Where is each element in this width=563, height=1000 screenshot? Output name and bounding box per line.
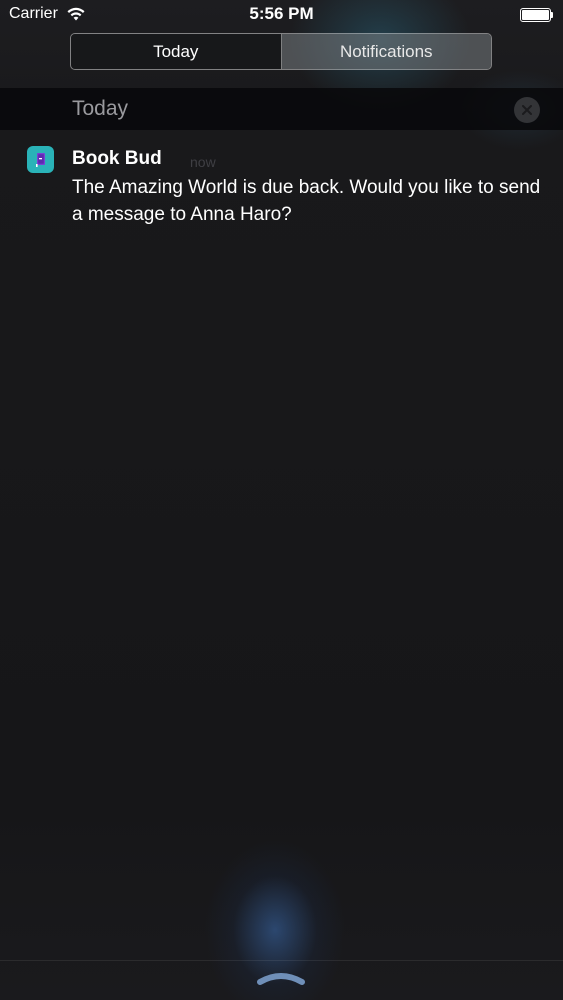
notification-body[interactable]: The Amazing World is due back. Would you… xyxy=(72,174,552,228)
today-notifications-segmented-control: Today Notifications xyxy=(70,33,492,70)
status-bar: Carrier 5:56 PM xyxy=(0,0,563,30)
section-title: Today xyxy=(72,97,129,120)
book-icon xyxy=(36,153,45,167)
section-header-today: Today xyxy=(0,88,563,130)
battery-fill xyxy=(522,10,549,20)
battery-tip xyxy=(551,12,553,18)
notification-center-screen: Carrier 5:56 PM Today Notifications Toda… xyxy=(0,0,563,1000)
bottom-divider xyxy=(0,960,563,961)
battery-icon xyxy=(520,8,554,22)
clear-section-button[interactable] xyxy=(514,97,540,123)
notification-app-name[interactable]: Book Bud xyxy=(72,148,162,170)
segment-today[interactable]: Today xyxy=(71,34,282,69)
status-time: 5:56 PM xyxy=(249,4,314,23)
segment-notifications[interactable]: Notifications xyxy=(281,34,491,69)
close-icon xyxy=(522,105,532,115)
book-bud-app-icon[interactable] xyxy=(27,146,54,173)
chevron-up-icon[interactable] xyxy=(255,967,307,987)
notification-time: now xyxy=(190,154,216,170)
